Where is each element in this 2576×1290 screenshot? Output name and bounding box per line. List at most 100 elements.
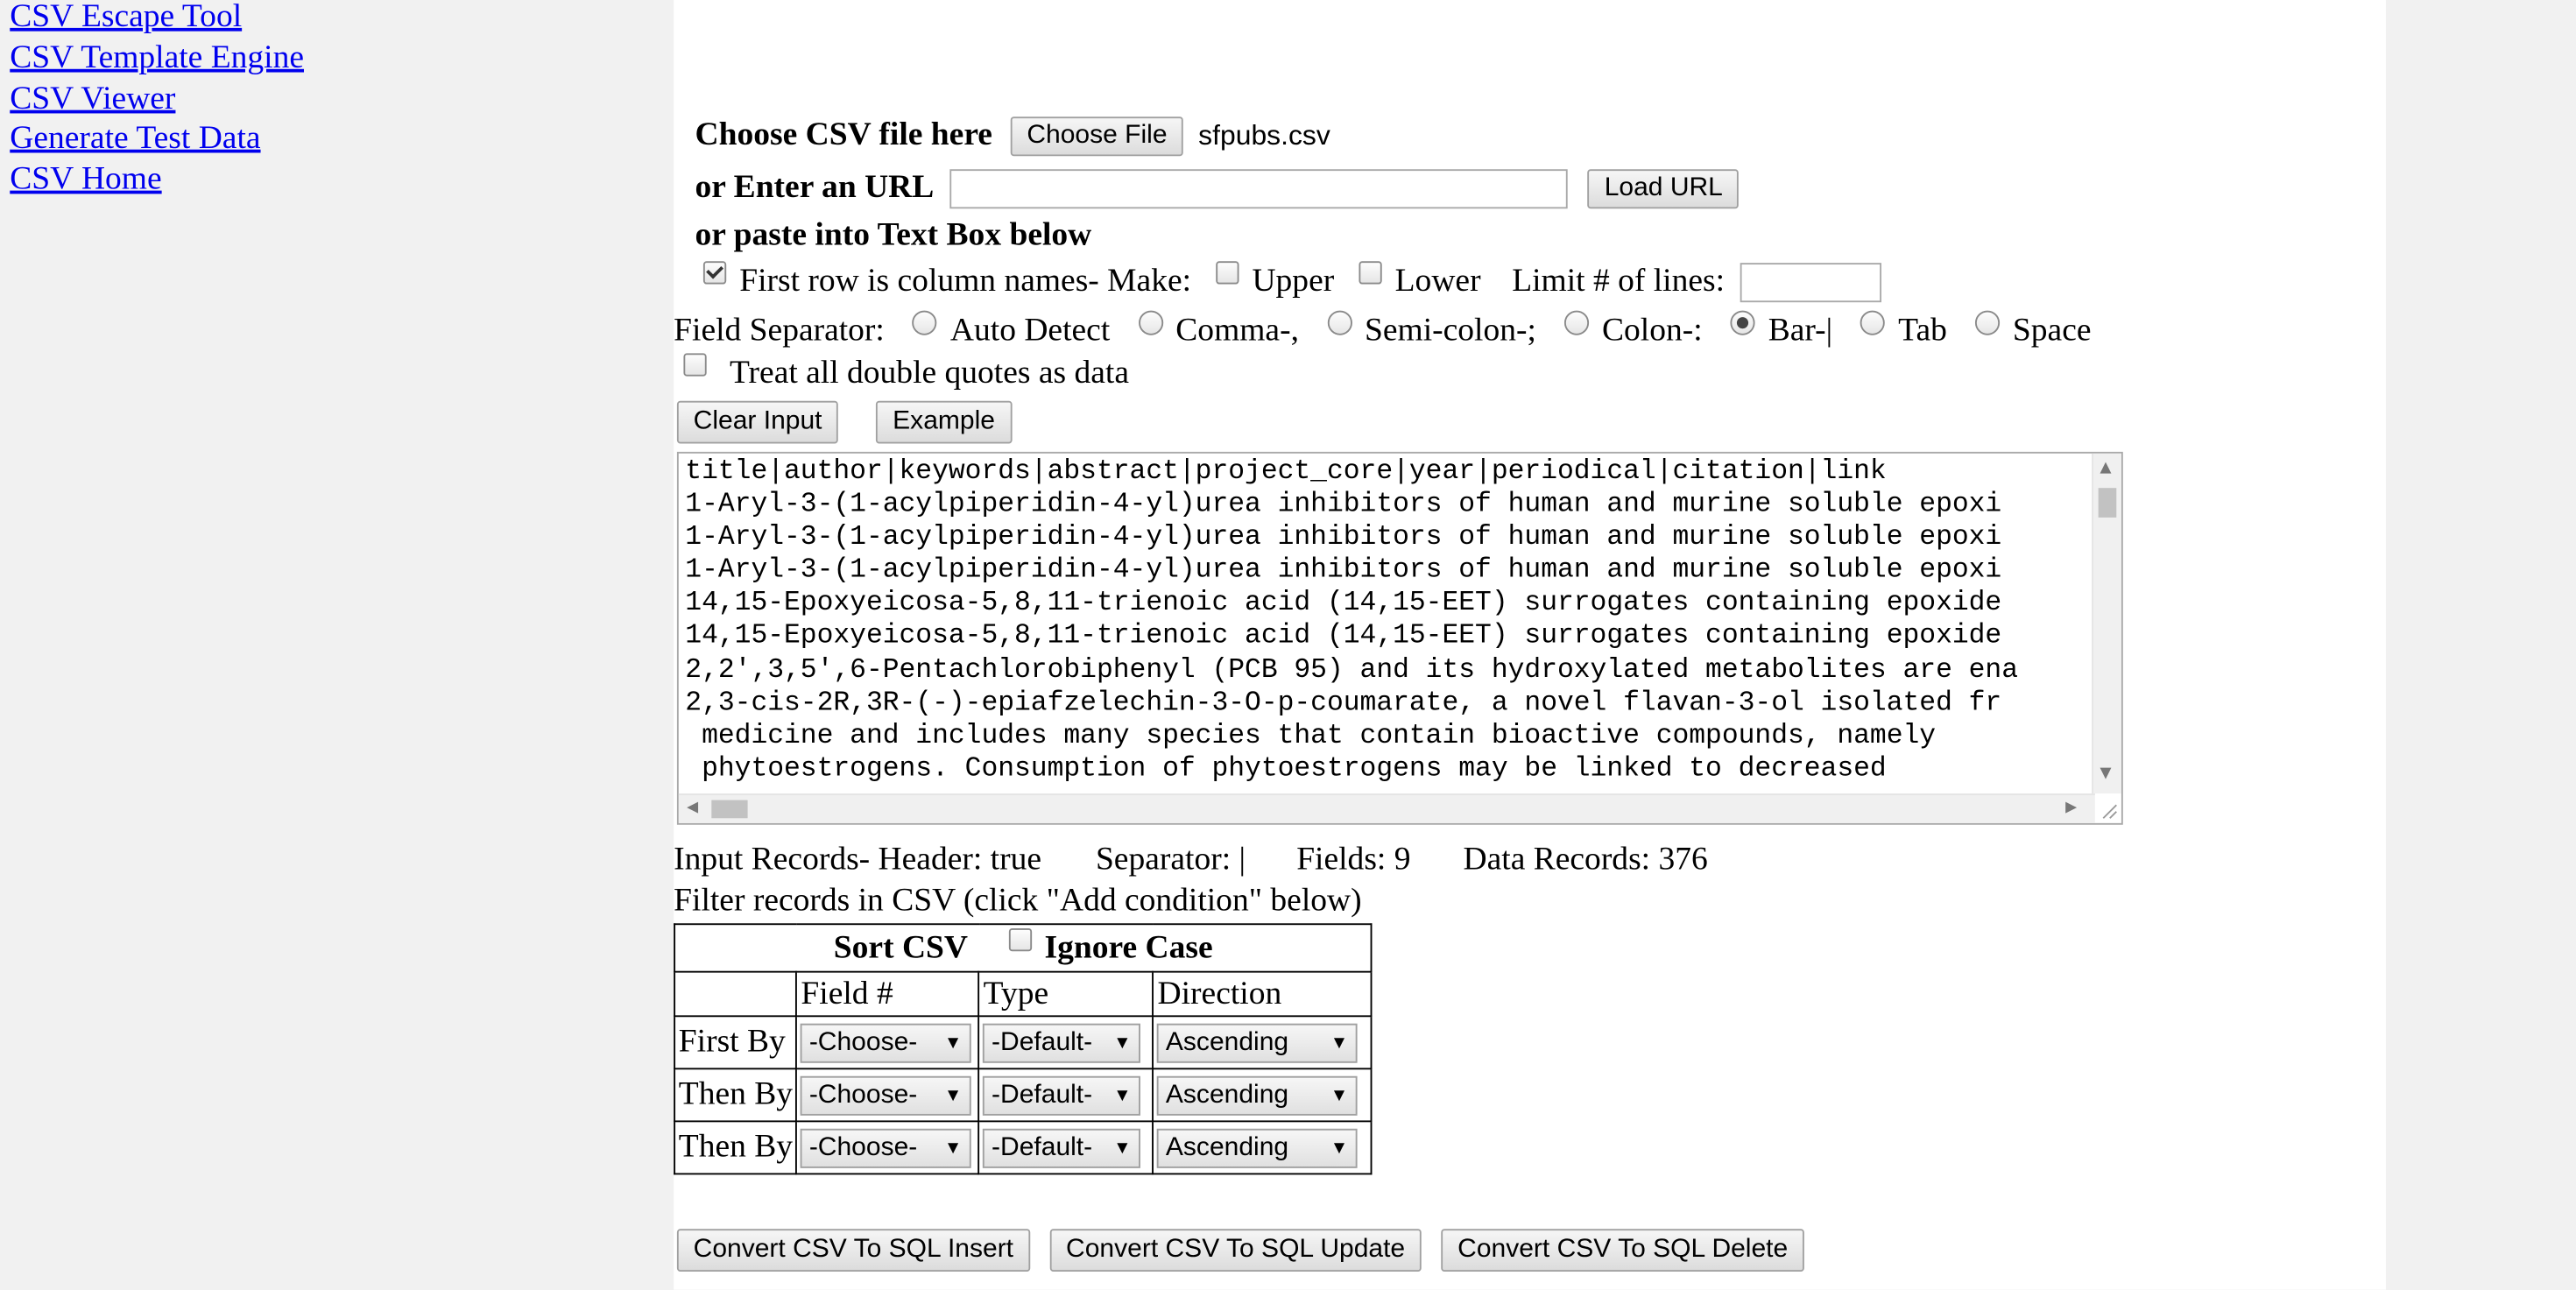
sort-table: Sort CSV Ignore Case Field # Type Direct… [674,923,1373,1175]
field-select[interactable]: -Choose- ▼ [801,1023,972,1063]
stats-records: Data Records: 376 [1463,841,1708,878]
sort-column-blank [674,970,798,1018]
dropdown-arrow-icon: ▼ [943,1033,963,1053]
table-row: Then By -Choose- ▼ -Default- ▼ Ascending ▼ [674,1068,1373,1123]
page: CSV Escape Tool CSV Template Engine CSV … [0,0,2576,1290]
file-name: sfpubs.csv [1198,120,1330,152]
stats-row: Input Records- Header: true Separator: |… [674,840,1708,879]
clear-input-button[interactable]: Clear Input [676,401,839,445]
dropdown-arrow-icon: ▼ [1113,1138,1132,1159]
field-select[interactable]: -Choose- ▼ [801,1075,972,1116]
scroll-down-icon[interactable]: ▼ [2100,765,2112,782]
link-csv-viewer[interactable]: CSV Viewer [10,78,667,119]
vertical-scroll-thumb[interactable] [2098,488,2117,518]
radio-space[interactable] [1974,310,2000,335]
radio-tab[interactable] [1860,310,1886,335]
dropdown-arrow-icon: ▼ [1330,1033,1349,1053]
limit-label: Limit # of lines: [1512,263,1726,300]
radio-label-auto-detect: Auto Detect [949,312,1111,349]
sort-column-field: Field # [795,970,980,1018]
radio-bar[interactable] [1730,310,1755,335]
limit-input[interactable] [1739,263,1881,303]
scroll-left-icon[interactable]: ◀ [687,800,698,817]
scroll-up-icon[interactable]: ▲ [2100,460,2112,476]
choose-file-button[interactable]: Choose File [1010,116,1184,157]
radio-label-semicolon: Semi-colon-; [1365,312,1536,349]
filter-label: Filter records in CSV (click "Add condit… [674,882,1362,919]
type-select[interactable]: -Default- ▼ [983,1128,1141,1168]
sort-column-type: Type [978,970,1154,1018]
convert-update-button[interactable]: Convert CSV To SQL Update [1049,1230,1422,1272]
link-generate-test-data[interactable]: Generate Test Data [10,119,667,160]
first-row-checkbox[interactable] [702,261,727,285]
horizontal-scrollbar[interactable]: ◀ ▶ [678,793,2095,823]
direction-select[interactable]: Ascending ▼ [1157,1075,1359,1116]
choose-file-row: Choose CSV file here Choose File sfpubs.… [695,115,1330,157]
radio-auto-detect[interactable] [912,310,937,335]
radio-label-space: Space [2012,312,2092,349]
example-button[interactable]: Example [876,401,1012,445]
table-row: Then By -Choose- ▼ -Default- ▼ Ascending ▼ [674,1120,1373,1175]
quotes-label: Treat all double quotes as data [729,355,1130,391]
type-select[interactable]: -Default- ▼ [983,1075,1141,1116]
csv-textarea[interactable]: title|author|keywords|abstract|project_c… [676,451,2123,825]
direction-select[interactable]: Ascending ▼ [1157,1023,1359,1063]
type-select[interactable]: -Default- ▼ [983,1023,1141,1063]
sort-header: Sort CSV Ignore Case [674,923,1373,973]
main-panel: Choose CSV file here Choose File sfpubs.… [674,0,2386,1290]
link-csv-escape-tool[interactable]: CSV Escape Tool [10,0,667,38]
input-buttons-row: Clear Input Example [676,401,1012,445]
link-csv-template-engine[interactable]: CSV Template Engine [10,38,667,79]
sort-title: Sort CSV [833,929,968,967]
convert-insert-button[interactable]: Convert CSV To SQL Insert [676,1230,1030,1272]
horizontal-scroll-thumb[interactable] [711,800,748,819]
convert-buttons-row: Convert CSV To SQL Insert Convert CSV To… [676,1229,1804,1272]
radio-comma[interactable] [1138,310,1163,335]
lower-checkbox[interactable] [1359,261,1382,285]
sort-row-label: Then By [674,1068,798,1123]
load-url-button[interactable]: Load URL [1587,169,1740,210]
direction-select[interactable]: Ascending ▼ [1157,1128,1359,1168]
separator-label: Field Separator: [674,312,885,349]
stats-fields: Fields: 9 [1296,841,1411,878]
quotes-row: Treat all double quotes as data [674,353,1129,392]
url-input[interactable] [950,169,1569,210]
sort-column-direction: Direction [1152,970,1373,1018]
radio-label-comma: Comma-, [1175,312,1299,349]
dropdown-arrow-icon: ▼ [943,1138,963,1159]
quotes-checkbox[interactable] [683,353,707,377]
choose-file-label: Choose CSV file here [695,116,992,153]
options-row: First row is column names- Make: Upper L… [694,261,1881,303]
upper-label: Upper [1252,263,1335,300]
url-row: or Enter an URL Load URL [695,167,1740,210]
link-csv-home[interactable]: CSV Home [10,159,667,201]
resize-grip-icon[interactable] [2100,801,2119,820]
radio-colon[interactable] [1563,310,1589,335]
sidebar: CSV Escape Tool CSV Template Engine CSV … [10,0,667,201]
ignore-case-label: Ignore Case [1044,929,1213,967]
first-row-label: First row is column names- Make: [739,263,1192,300]
csv-text: title|author|keywords|abstract|project_c… [685,456,2019,786]
radio-label-tab: Tab [1898,312,1947,349]
sort-row-label: First By [674,1015,798,1070]
lower-label: Lower [1394,263,1481,300]
scroll-right-icon[interactable]: ▶ [2065,800,2077,817]
vertical-scrollbar[interactable]: ▲ ▼ [2092,453,2121,794]
stats-header: Input Records- Header: true [674,841,1042,878]
url-label: or Enter an URL [695,169,935,206]
upper-checkbox[interactable] [1216,261,1239,285]
ignore-case-checkbox[interactable] [1008,927,1032,952]
table-row: First By -Choose- ▼ -Default- ▼ Ascending ▼ [674,1015,1373,1070]
radio-semicolon[interactable] [1326,310,1352,335]
convert-delete-button[interactable]: Convert CSV To SQL Delete [1441,1230,1804,1272]
dropdown-arrow-icon: ▼ [1330,1085,1349,1105]
dropdown-arrow-icon: ▼ [1330,1138,1349,1159]
sort-row-label: Then By [674,1120,798,1175]
field-select[interactable]: -Choose- ▼ [801,1128,972,1168]
dropdown-arrow-icon: ▼ [1113,1085,1132,1105]
radio-label-colon: Colon-: [1601,312,1703,349]
radio-label-bar: Bar-| [1768,312,1833,349]
dropdown-arrow-icon: ▼ [1113,1033,1132,1053]
stats-separator: Separator: | [1095,841,1246,878]
paste-label: or paste into Text Box below [695,216,1092,253]
